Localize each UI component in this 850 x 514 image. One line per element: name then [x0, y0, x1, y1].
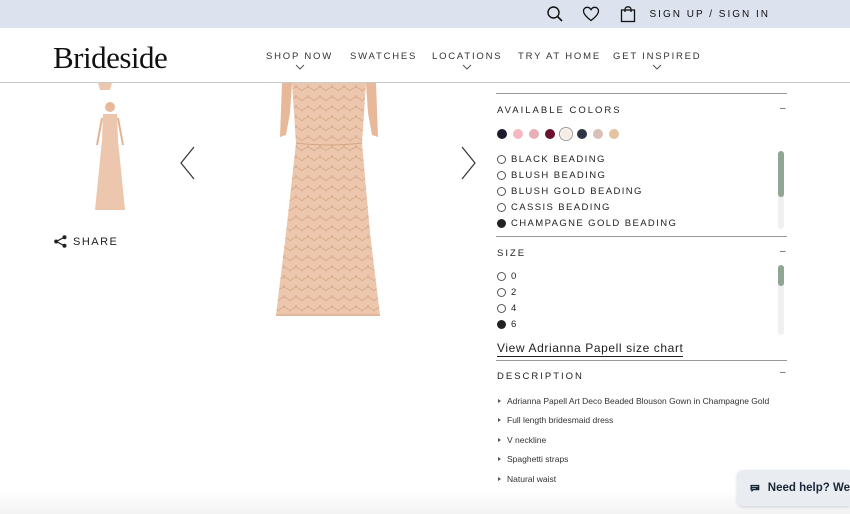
radio-option[interactable]: 4 — [497, 300, 518, 316]
radio-unchecked-icon[interactable] — [497, 186, 506, 196]
heart-icon[interactable] — [582, 5, 600, 23]
share-button[interactable]: SHARE — [54, 235, 118, 248]
radio-option-label: BLACK BEADING — [511, 153, 606, 165]
size-option-list: 0 2 4 6 — [497, 268, 518, 332]
chevron-down-icon — [462, 64, 472, 70]
size-chart-link[interactable]: View Adrianna Papell size chart — [497, 341, 684, 357]
radio-option[interactable]: BLACK BEADING — [497, 151, 677, 167]
description-item: Adrianna Papell Art Deco Beaded Blouson … — [497, 395, 769, 414]
page-bottom-fade — [0, 490, 850, 514]
prev-image-arrow[interactable] — [178, 146, 198, 180]
nav-shop-now[interactable]: SHOP NOW — [266, 51, 333, 71]
radio-option[interactable]: BLUSH BEADING — [497, 167, 677, 183]
help-label: Need help? We — [767, 482, 850, 494]
description-item: Spaghetti straps — [497, 453, 769, 472]
color-swatch[interactable] — [529, 129, 539, 139]
description-item: V neckline — [497, 434, 769, 453]
section-divider — [496, 236, 787, 237]
size-scrollbar[interactable] — [778, 265, 784, 335]
radio-option[interactable]: 2 — [497, 284, 518, 300]
color-swatch[interactable] — [545, 129, 555, 139]
radio-option-label: BLUSH GOLD BEADING — [511, 185, 643, 197]
utility-bar: SIGN UP / SIGN IN — [0, 0, 850, 28]
brand-logo[interactable]: Brideside — [53, 40, 168, 76]
radio-unchecked-icon[interactable] — [497, 202, 506, 212]
radio-unchecked-icon[interactable] — [497, 170, 506, 180]
share-label: SHARE — [73, 235, 119, 248]
radio-unchecked-icon[interactable] — [497, 271, 506, 281]
radio-checked-icon[interactable] — [497, 319, 506, 329]
description-section-title[interactable]: DESCRIPTION — [497, 371, 584, 382]
color-swatch[interactable] — [593, 129, 603, 139]
size-section-title[interactable]: SIZE — [497, 248, 526, 259]
radio-option-label: CASSIS BEADING — [511, 201, 611, 213]
color-option-list: BLACK BEADING BLUSH BEADING BLUSH GOLD BEA… — [497, 151, 677, 231]
gallery-thumbnail[interactable] — [80, 100, 140, 215]
radio-option-label: CHAMPAGNE GOLD BEADING — [511, 217, 678, 229]
radio-option[interactable]: BLUSH GOLD BEADING — [497, 183, 677, 199]
nav-try-at-home[interactable]: TRY AT HOME — [518, 51, 601, 62]
size-scrollbar-thumb[interactable] — [778, 265, 784, 286]
nav-swatches[interactable]: SWATCHES — [350, 51, 417, 62]
color-swatch[interactable] — [577, 129, 587, 139]
radio-unchecked-icon[interactable] — [497, 154, 506, 164]
section-divider — [496, 360, 787, 361]
nav-label: TRY AT HOME — [518, 51, 601, 62]
radio-option-label: 0 — [511, 270, 518, 282]
description-item: Full length bridesmaid dress — [497, 414, 769, 433]
search-icon[interactable] — [546, 5, 564, 23]
radio-option-label: BLUSH BEADING — [511, 169, 607, 181]
product-image — [276, 83, 380, 316]
gallery-thumbnail[interactable] — [80, 83, 130, 93]
radio-unchecked-icon[interactable] — [497, 303, 506, 313]
nav-label: LOCATIONS — [432, 51, 503, 62]
nav-label: SHOP NOW — [266, 51, 334, 62]
description-collapse-toggle[interactable]: – — [780, 367, 786, 378]
share-icon — [54, 235, 67, 248]
colors-section-title[interactable]: AVAILABLE COLORS — [497, 105, 622, 116]
chat-icon — [750, 484, 760, 492]
colors-scrollbar-thumb[interactable] — [778, 151, 784, 197]
next-image-arrow[interactable] — [458, 146, 478, 180]
radio-option[interactable]: CASSIS BEADING — [497, 199, 677, 215]
bag-icon[interactable] — [619, 5, 637, 23]
colors-scrollbar[interactable] — [778, 151, 784, 229]
radio-option[interactable]: CHAMPAGNE GOLD BEADING — [497, 215, 677, 231]
help-chat-button[interactable]: Need help? We — [737, 470, 850, 506]
chevron-down-icon — [295, 64, 304, 70]
nav-label: GET INSPIRED — [613, 51, 702, 62]
color-swatch[interactable] — [561, 129, 571, 139]
color-swatch[interactable] — [497, 129, 507, 139]
radio-option-label: 2 — [511, 286, 518, 298]
size-collapse-toggle[interactable]: – — [780, 246, 786, 257]
nav-label: SWATCHES — [350, 51, 418, 62]
radio-checked-icon[interactable] — [497, 218, 506, 228]
colors-collapse-toggle[interactable]: – — [780, 103, 786, 114]
chevron-down-icon — [652, 64, 662, 70]
radio-option-label: 4 — [511, 302, 518, 314]
signin-link[interactable]: SIGN UP / SIGN IN — [650, 9, 771, 20]
color-swatch[interactable] — [513, 129, 523, 139]
nav-get-inspired[interactable]: GET INSPIRED — [613, 51, 701, 71]
color-swatch[interactable] — [609, 129, 619, 139]
color-swatch-list — [497, 129, 619, 139]
radio-unchecked-icon[interactable] — [497, 287, 506, 297]
main-nav: Brideside SHOP NOW SWATCHES LOCATIONS TR… — [0, 28, 850, 83]
radio-option-label: 6 — [511, 318, 518, 330]
section-divider — [496, 93, 787, 94]
radio-option[interactable]: 6 — [497, 316, 518, 332]
nav-locations[interactable]: LOCATIONS — [432, 51, 502, 71]
radio-option[interactable]: 0 — [497, 268, 518, 284]
